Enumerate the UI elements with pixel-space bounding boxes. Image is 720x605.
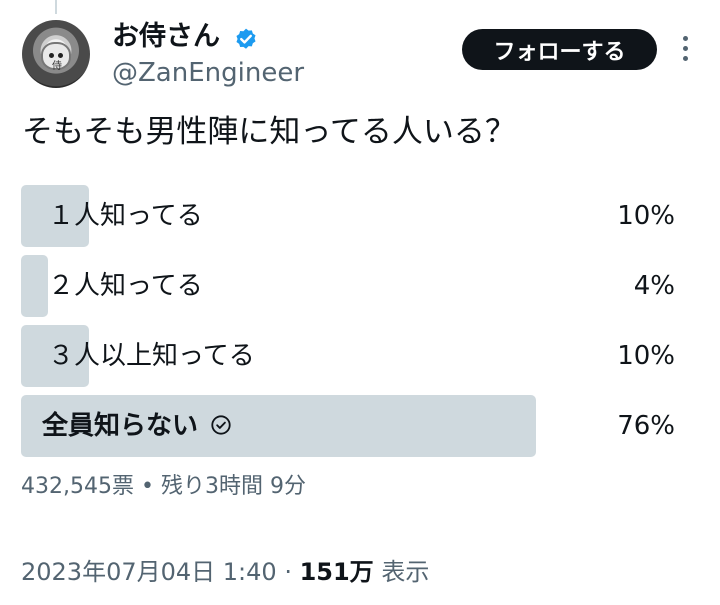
more-options-icon[interactable] <box>676 36 694 64</box>
poll-meta-separator: • <box>133 474 161 499</box>
tweet-text: そもそも男性陣に知ってる人いる？ <box>22 114 516 150</box>
poll-option-percent: 4% <box>633 271 675 301</box>
display-name[interactable]: お侍さん <box>112 20 220 54</box>
tweet-timestamp-row: 2023年07月04日 1:40 · 151万 表示 <box>21 555 429 589</box>
more-dot <box>682 36 688 41</box>
user-handle[interactable]: @ZanEngineer <box>112 57 304 89</box>
avatar[interactable]: 侍 <box>22 20 90 88</box>
follow-button[interactable]: フォローする <box>462 29 657 70</box>
verified-badge-icon <box>236 28 256 49</box>
views-count: 151万 <box>299 558 374 586</box>
poll-option-label: 全員知らない <box>42 395 232 457</box>
poll-option-percent: 10% <box>617 201 675 231</box>
timestamp-separator: · <box>276 558 300 586</box>
tweet-header: 侍 お侍さん @ZanEngineer フォローする <box>0 0 720 100</box>
tweet-timestamp[interactable]: 2023年07月04日 1:40 <box>21 558 277 586</box>
poll-option-1[interactable]: １人知ってる 10% <box>21 185 686 247</box>
poll-option-label: ２人知ってる <box>48 271 203 301</box>
poll-option-4[interactable]: 全員知らない 76% <box>21 395 686 457</box>
views-label: 表示 <box>373 558 430 586</box>
poll-option-label: １人知ってる <box>48 201 203 231</box>
poll-bar <box>21 255 49 317</box>
poll-option-2[interactable]: ２人知ってる 4% <box>21 255 686 317</box>
check-circle-icon <box>211 414 231 435</box>
poll-option-label: ３人以上知ってる <box>48 341 255 371</box>
poll-option-percent: 10% <box>617 341 675 371</box>
poll-time-left: 残り3時間 9分 <box>160 474 306 499</box>
poll-option-3[interactable]: ３人以上知ってる 10% <box>21 325 686 387</box>
avatar-glyph: 侍 <box>52 61 62 72</box>
more-dot <box>682 46 688 51</box>
poll-option-label-text: 全員知らない <box>42 411 199 441</box>
more-dot <box>682 56 688 61</box>
avatar-face: 侍 <box>41 42 71 72</box>
poll-vote-count: 432,545票 <box>21 474 134 499</box>
poll-option-percent: 76% <box>617 411 675 441</box>
poll-meta: 432,545票 • 残り3時間 9分 <box>21 472 306 502</box>
